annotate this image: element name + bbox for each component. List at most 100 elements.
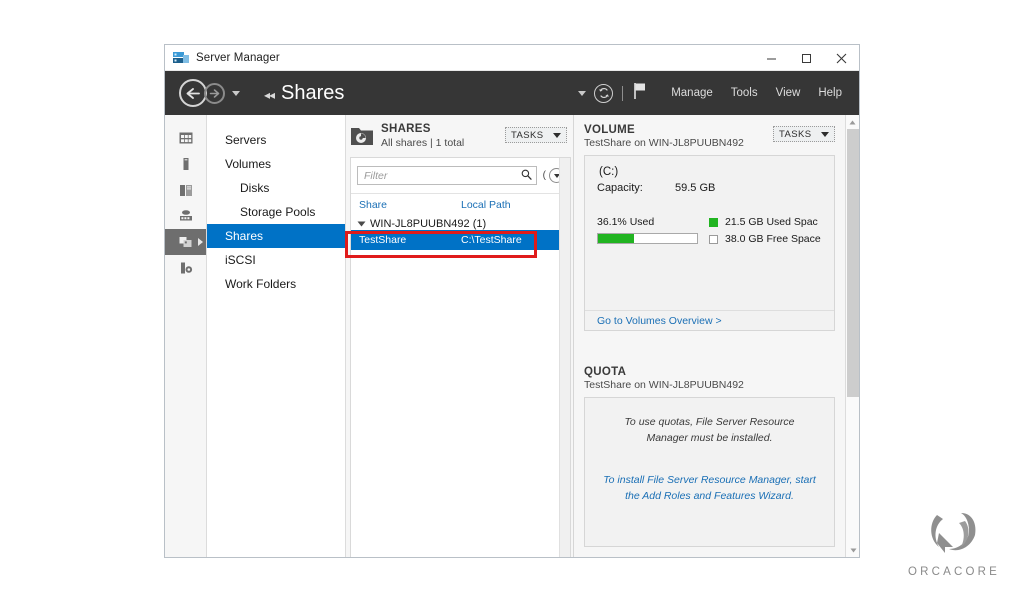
shares-panel-header: SHARES All shares | 1 total TASKS	[346, 115, 573, 149]
menu-manage[interactable]: Manage	[662, 87, 722, 99]
quota-action-message: To install File Server Resource Manager,…	[603, 474, 816, 502]
dashboard-icon	[179, 132, 192, 144]
volume-usage-bar-fill	[598, 234, 634, 243]
minimize-button[interactable]	[754, 45, 789, 71]
detail-scrollbar-thumb[interactable]	[847, 129, 859, 397]
search-input[interactable]: Filter	[357, 166, 537, 185]
column-header-local-path[interactable]: Local Path	[461, 199, 511, 211]
rail-item-storage-pools[interactable]	[165, 203, 206, 229]
shares-list-scrollbar[interactable]	[559, 158, 570, 557]
window-titlebar: Server Manager	[165, 45, 859, 71]
server-manager-window: Server Manager ◂◂ Shares Manage Tools Vi…	[164, 44, 860, 558]
volume-section-header: VOLUME TestShare on WIN-JL8PUUBN492 TASK…	[574, 115, 859, 149]
back-arrow-icon[interactable]	[179, 79, 207, 107]
sidebar-item-label: Storage Pools	[240, 205, 316, 219]
maximize-button[interactable]	[789, 45, 824, 71]
rail-expand-arrow-icon	[198, 238, 203, 246]
shares-group-row[interactable]: WIN-JL8PUUBN492 (1)	[351, 215, 570, 230]
volume-capacity-label: Capacity:	[597, 182, 643, 194]
screenshot-root: Server Manager ◂◂ Shares Manage Tools Vi…	[0, 0, 1024, 600]
volume-percent-used: 36.1% Used	[597, 216, 655, 228]
volume-capacity-value: 59.5 GB	[675, 182, 716, 194]
menu-help[interactable]: Help	[809, 87, 851, 99]
rail-item-shares[interactable]	[165, 229, 206, 255]
table-row[interactable]: TestShare C:\TestShare	[351, 230, 570, 250]
server-manager-icon	[173, 51, 189, 65]
legend-label-used: 21.5 GB Used Spac	[725, 216, 818, 228]
refresh-icon[interactable]	[594, 83, 614, 103]
caret-down-icon	[821, 131, 829, 137]
volume-capacity-row: Capacity: 59.5 GB	[585, 178, 834, 194]
content-area: Servers Volumes Disks Storage Pools Shar…	[165, 115, 859, 557]
server-icon	[183, 158, 188, 170]
legend-swatch-used-icon	[709, 217, 718, 227]
rail-item-volumes[interactable]	[165, 177, 206, 203]
filter-paren-label: (	[542, 170, 546, 181]
legend-label-free: 38.0 GB Free Space	[725, 233, 821, 245]
volume-usage-bar	[597, 233, 698, 244]
sidebar-item-iscsi[interactable]: iSCSI	[207, 248, 345, 272]
quota-title: QUOTA	[584, 366, 627, 378]
volume-card: (C:) Capacity: 59.5 GB 36.1% Used 21.5 G…	[584, 155, 835, 331]
shares-column-headers: Share Local Path	[351, 193, 570, 215]
triangle-expanded-icon	[357, 221, 366, 227]
sidebar-item-servers[interactable]: Servers	[207, 128, 345, 152]
flag-icon[interactable]	[633, 82, 648, 105]
orcacore-logo-icon	[908, 509, 996, 564]
sidebar-item-work-folders[interactable]: Work Folders	[207, 272, 345, 296]
volume-tasks-label: TASKS	[779, 128, 812, 140]
rail-item-servers[interactable]	[165, 151, 206, 177]
menu-tools[interactable]: Tools	[722, 87, 767, 99]
navigation-list: Servers Volumes Disks Storage Pools Shar…	[207, 115, 346, 557]
rail-item-iscsi[interactable]	[165, 255, 206, 281]
filter-placeholder: Filter	[364, 169, 388, 182]
rail-item-dashboard[interactable]	[165, 125, 206, 151]
chevron-down-icon[interactable]	[232, 90, 240, 96]
shares-panel-title: SHARES	[381, 123, 431, 135]
volume-section: VOLUME TestShare on WIN-JL8PUUBN492 TASK…	[574, 115, 859, 331]
toolbar-divider	[622, 85, 624, 101]
legend-swatch-free-icon	[709, 234, 718, 244]
scroll-up-icon[interactable]	[846, 115, 859, 129]
menu-view[interactable]: View	[767, 87, 810, 99]
go-to-volumes-overview-link[interactable]: Go to Volumes Overview >	[597, 315, 722, 327]
breadcrumb-marker: ◂◂	[264, 87, 275, 102]
forward-arrow-icon[interactable]	[204, 82, 225, 104]
sidebar-item-storage-pools[interactable]: Storage Pools	[207, 200, 345, 224]
scroll-down-icon[interactable]	[846, 543, 859, 557]
legend-item-used: 21.5 GB Used Spac	[709, 216, 821, 228]
detail-scrollbar[interactable]	[845, 115, 859, 557]
close-button[interactable]	[824, 45, 859, 71]
command-bar-right: Manage Tools View Help	[578, 71, 851, 115]
volumes-icon	[179, 185, 192, 196]
orcacore-watermark: ORCACORE	[908, 509, 997, 578]
shares-list-container: Filter (Share Local Path WIN-JL8PUUBN49…	[350, 157, 571, 557]
iscsi-icon	[180, 262, 192, 274]
caret-down-icon	[553, 132, 561, 138]
shares-tasks-button[interactable]: TASKS	[505, 127, 567, 143]
volume-legend: 21.5 GB Used Spac 38.0 GB Free Space	[709, 216, 821, 250]
icon-rail	[165, 115, 207, 557]
quota-subtitle: TestShare on WIN-JL8PUUBN492	[584, 379, 744, 391]
page-title: Shares	[281, 81, 345, 104]
shares-tasks-label: TASKS	[511, 129, 544, 141]
detail-panel: VOLUME TestShare on WIN-JL8PUUBN492 TASK…	[574, 115, 859, 557]
sidebar-item-volumes[interactable]: Volumes	[207, 152, 345, 176]
column-header-share[interactable]: Share	[351, 199, 461, 211]
shares-panel-icon	[350, 125, 374, 147]
sidebar-item-label: iSCSI	[225, 253, 256, 267]
sidebar-item-label: Servers	[225, 133, 267, 147]
chevron-down-icon[interactable]	[578, 90, 587, 96]
shares-panel: SHARES All shares | 1 total TASKS Filter	[346, 115, 574, 557]
shares-filter-bar: Filter (	[351, 158, 570, 191]
volume-link-bar: Go to Volumes Overview >	[585, 310, 834, 330]
volume-usage-bar-group: 36.1% Used	[597, 216, 709, 250]
volume-usage: 36.1% Used 21.5 GB Used Spac 38.0 GB Fre…	[585, 194, 834, 250]
window-title: Server Manager	[196, 51, 280, 64]
sidebar-item-shares[interactable]: Shares	[207, 224, 345, 248]
cell-share-name: TestShare	[359, 234, 407, 246]
quota-section-header: QUOTA TestShare on WIN-JL8PUUBN492	[574, 357, 859, 391]
volume-tasks-button[interactable]: TASKS	[773, 126, 835, 142]
sidebar-item-disks[interactable]: Disks	[207, 176, 345, 200]
breadcrumb: ◂◂ Shares	[264, 82, 344, 105]
